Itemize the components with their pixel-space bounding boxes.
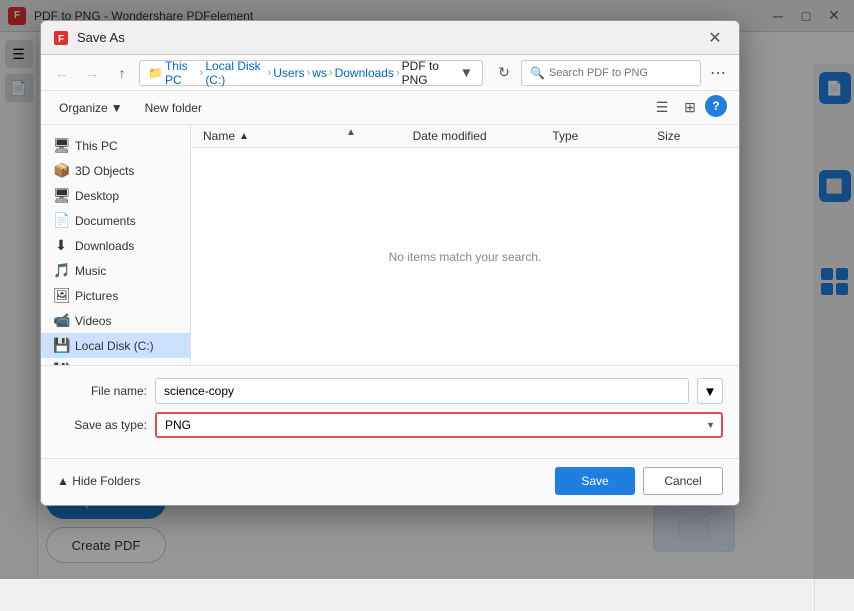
organize-button[interactable]: Organize ▼: [53, 97, 129, 119]
sidebar-item-local-disk-c[interactable]: 💾 Local Disk (C:): [41, 333, 190, 358]
sidebar-item-this-pc[interactable]: 🖥 This PC: [41, 133, 190, 158]
filename-input[interactable]: [155, 378, 689, 404]
breadcrumb-folder-icon: 📁: [148, 66, 163, 80]
local-disk-d-icon: 💾: [53, 362, 69, 365]
3d-objects-label: 3D Objects: [75, 164, 134, 178]
list-view-button[interactable]: ☰: [649, 95, 675, 121]
help-button[interactable]: ?: [705, 95, 727, 117]
search-icon: 🔍: [530, 66, 545, 80]
dialog-actions: ▲ Hide Folders Save Cancel: [41, 458, 739, 505]
savetype-row: Save as type: PNG JPEG BMP TIFF: [57, 412, 723, 438]
column-type[interactable]: Type: [552, 129, 657, 143]
new-folder-button[interactable]: New folder: [137, 97, 210, 119]
savetype-wrapper: PNG JPEG BMP TIFF: [155, 412, 723, 438]
sidebar-item-3d-objects[interactable]: 📦 3D Objects: [41, 158, 190, 183]
refresh-button[interactable]: ↻: [491, 60, 517, 86]
music-icon: 🎵: [53, 262, 69, 279]
pictures-icon: 🖼: [53, 287, 69, 304]
filelist-empty-message: No items match your search.: [191, 148, 739, 365]
documents-icon: 📄: [53, 212, 69, 229]
sidebar-item-desktop[interactable]: 🖥 Desktop: [41, 183, 190, 208]
breadcrumb-dropdown-button[interactable]: ▼: [459, 63, 474, 83]
breadcrumb-ws[interactable]: ws: [312, 66, 327, 80]
local-disk-c-icon: 💾: [53, 337, 69, 354]
sidebar-item-videos[interactable]: 📹 Videos: [41, 308, 190, 333]
breadcrumb-users[interactable]: Users: [273, 66, 304, 80]
back-button[interactable]: ←: [49, 60, 75, 86]
save-as-dialog: F Save As ✕ ← → ↑ 📁 This PC › Local Disk…: [40, 20, 740, 506]
breadcrumb-local-disk[interactable]: Local Disk (C:): [205, 59, 265, 87]
dialog-close-button[interactable]: ✕: [703, 26, 727, 50]
desktop-icon: 🖥: [53, 187, 69, 204]
save-button[interactable]: Save: [555, 467, 635, 495]
pictures-label: Pictures: [75, 289, 118, 303]
column-size[interactable]: Size: [657, 129, 727, 143]
dialog-footer: File name: ▼ Save as type: PNG JPEG BMP …: [41, 365, 739, 458]
downloads-icon: ⬇: [53, 237, 69, 254]
search-box: 🔍: [521, 60, 701, 86]
documents-label: Documents: [75, 214, 136, 228]
sidebar-item-downloads[interactable]: ⬇ Downloads: [41, 233, 190, 258]
filename-dropdown-button[interactable]: ▼: [697, 378, 723, 404]
breadcrumb-bar[interactable]: 📁 This PC › Local Disk (C:) › Users › ws…: [139, 60, 483, 86]
local-disk-c-label: Local Disk (C:): [75, 339, 154, 353]
search-input[interactable]: [549, 67, 692, 79]
sidebar-item-pictures[interactable]: 🖼 Pictures: [41, 283, 190, 308]
videos-label: Videos: [75, 314, 111, 328]
hide-folders-button[interactable]: ▲ Hide Folders: [57, 474, 140, 488]
3d-objects-icon: 📦: [53, 162, 69, 179]
sidebar-item-documents[interactable]: 📄 Documents: [41, 208, 190, 233]
action-buttons: Save Cancel: [555, 467, 723, 495]
dialog-title: Save As: [77, 30, 125, 45]
dialog-toolbar: ← → ↑ 📁 This PC › Local Disk (C:) › User…: [41, 55, 739, 91]
dialog-icon: F: [53, 30, 69, 46]
filelist-header: Name ▲ Date modified Type Size: [191, 125, 739, 148]
svg-text:F: F: [58, 34, 64, 45]
dialog-organize-bar: Organize ▼ New folder ☰ ⊞ ?: [41, 91, 739, 125]
this-pc-icon: 🖥: [53, 137, 69, 154]
up-button[interactable]: ↑: [109, 60, 135, 86]
filename-row: File name: ▼: [57, 378, 723, 404]
cancel-button[interactable]: Cancel: [643, 467, 723, 495]
videos-icon: 📹: [53, 312, 69, 329]
column-name[interactable]: Name ▲: [203, 129, 413, 143]
this-pc-label: This PC: [75, 139, 118, 153]
file-list: ▲ Name ▲ Date modified Type Size No item…: [191, 125, 739, 365]
more-options-button[interactable]: ⋯: [705, 60, 731, 86]
dialog-titlebar: F Save As ✕: [41, 21, 739, 55]
breadcrumb-current: PDF to PNG: [402, 59, 453, 87]
breadcrumb-downloads[interactable]: Downloads: [335, 66, 394, 80]
music-label: Music: [75, 264, 106, 278]
filename-label: File name:: [57, 384, 147, 398]
column-date-modified[interactable]: Date modified: [413, 129, 553, 143]
savetype-select[interactable]: PNG JPEG BMP TIFF: [155, 412, 723, 438]
downloads-label: Downloads: [75, 239, 134, 253]
view-icons: ☰ ⊞ ?: [649, 95, 727, 121]
grid-view-button[interactable]: ⊞: [677, 95, 703, 121]
sidebar-item-music[interactable]: 🎵 Music: [41, 258, 190, 283]
forward-button[interactable]: →: [79, 60, 105, 86]
sidebar-item-local-disk-d[interactable]: 💾 Local Disk (D:): [41, 358, 190, 365]
local-disk-d-label: Local Disk (D:): [75, 364, 154, 366]
desktop-label: Desktop: [75, 189, 119, 203]
breadcrumb-this-pc[interactable]: This PC: [165, 59, 198, 87]
dialog-body: 🖥 This PC 📦 3D Objects 🖥 Desktop 📄 Docum…: [41, 125, 739, 365]
savetype-label: Save as type:: [57, 418, 147, 432]
folder-sidebar: 🖥 This PC 📦 3D Objects 🖥 Desktop 📄 Docum…: [41, 125, 191, 365]
